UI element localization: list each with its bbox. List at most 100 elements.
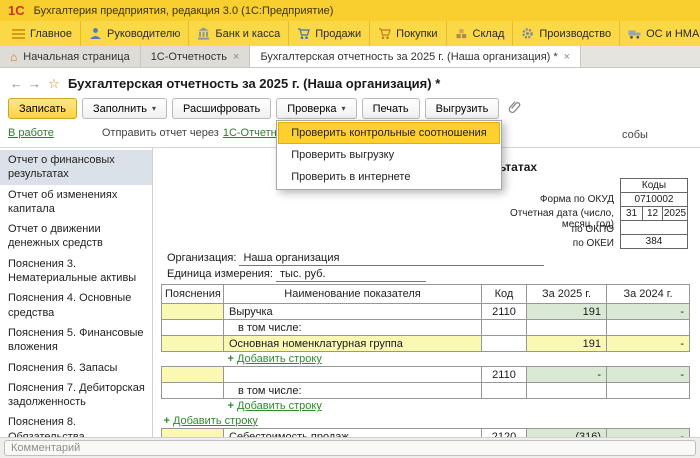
close-icon[interactable]: × xyxy=(233,51,239,63)
table-row-including: в том числе: xyxy=(162,320,690,336)
value-2024-cell[interactable]: - xyxy=(607,367,690,383)
plus-icon: + xyxy=(228,400,234,412)
production-gear-icon xyxy=(521,27,534,40)
okud-label: Форма по ОКУД xyxy=(494,194,614,205)
value-2025-cell[interactable]: - xyxy=(527,367,607,383)
value-2025-cell[interactable]: 191 xyxy=(527,336,607,352)
fill-button[interactable]: Заполнить ▾ xyxy=(82,98,167,119)
print-button[interactable]: Печать xyxy=(362,98,420,119)
table-row-empty-2110: 2110 - - xyxy=(162,367,690,383)
col-header-2024: За 2024 г. xyxy=(607,285,690,304)
attachments-button[interactable] xyxy=(504,98,526,119)
add-row-label: Добавить строку xyxy=(237,400,322,412)
sidebar-item-income-statement[interactable]: Отчет о финансовых результатах xyxy=(0,150,152,185)
tab-1c-reporting[interactable]: 1С-Отчетность × xyxy=(141,46,251,67)
value-2024-cell[interactable]: - xyxy=(607,429,690,438)
menu-item-check-online[interactable]: Проверить в интернете xyxy=(278,166,500,188)
check-button-label: Проверка xyxy=(287,103,336,115)
warehouse-box-icon xyxy=(455,27,468,40)
sales-cart-icon xyxy=(297,27,310,40)
col-header-explanations: Пояснения xyxy=(162,285,224,304)
fill-button-label: Заполнить xyxy=(93,103,147,115)
plus-icon: + xyxy=(164,415,170,427)
tab-bar: ⌂ Начальная страница 1С-Отчетность × Бух… xyxy=(0,46,700,68)
menu-item-warehouse[interactable]: Склад xyxy=(447,21,514,46)
explanation-cell[interactable] xyxy=(162,429,224,438)
comment-input[interactable]: Комментарий xyxy=(4,440,696,456)
home-icon: ⌂ xyxy=(10,50,17,64)
favorite-star-icon[interactable]: ☆ xyxy=(48,76,60,92)
value-2024-cell[interactable]: - xyxy=(607,304,690,320)
explanation-cell xyxy=(162,320,224,336)
menu-item-sales[interactable]: Продажи xyxy=(289,21,370,46)
sidebar-item-cash-flow[interactable]: Отчет о движении денежных средств xyxy=(0,219,152,254)
tab-label: Бухгалтерская отчетность за 2025 г. (Наш… xyxy=(260,51,557,63)
forward-button[interactable]: → xyxy=(28,76,41,91)
menu-item-manager[interactable]: Руководителю xyxy=(81,21,189,46)
sidebar-item-note3[interactable]: Пояснения 3. Нематериальные активы xyxy=(0,254,152,289)
explanation-cell[interactable] xyxy=(162,367,224,383)
menu-item-main[interactable]: Главное xyxy=(4,21,81,46)
explain-button[interactable]: Расшифровать xyxy=(172,98,271,119)
sections-icon xyxy=(12,27,25,40)
value-2025-cell[interactable]: (316) xyxy=(527,429,607,438)
add-row-link[interactable]: + Добавить строку xyxy=(228,353,322,365)
indicator-name-cell[interactable] xyxy=(224,367,482,383)
codes-values: Коды 0710002 31 12 2025 384 xyxy=(620,178,688,249)
codes-header-cell: Коды xyxy=(620,178,688,193)
page-area: ← → ☆ Бухгалтерская отчетность за 2025 г… xyxy=(0,68,700,458)
value-2025-cell[interactable]: 191 xyxy=(527,304,607,320)
menu-item-label: ОС и НМА xyxy=(646,28,699,40)
chevron-down-icon: ▾ xyxy=(152,104,156,113)
sidebar-item-note5[interactable]: Пояснения 5. Финансовые вложения xyxy=(0,323,152,358)
save-button[interactable]: Записать xyxy=(8,98,77,119)
indicators-table: Пояснения Наименование показателя Код За… xyxy=(161,284,690,437)
okei-value-cell: 384 xyxy=(620,234,688,249)
table-row-nomenclature-group: Основная номенклатурная группа 191 - xyxy=(162,336,690,352)
indicator-name-cell[interactable]: Основная номенклатурная группа xyxy=(224,336,482,352)
value-2024-cell[interactable]: - xyxy=(607,336,690,352)
print-button-label: Печать xyxy=(373,103,409,115)
menu-item-bank-cash[interactable]: Банк и касса xyxy=(189,21,289,46)
sidebar-item-note8[interactable]: Пояснения 8. Обязательства xyxy=(0,412,152,437)
back-button[interactable]: ← xyxy=(10,76,23,91)
close-icon[interactable]: × xyxy=(564,51,570,63)
menu-item-label: Покупки xyxy=(396,28,437,40)
sidebar-item-note7[interactable]: Пояснения 7. Дебиторская задолженность xyxy=(0,378,152,413)
menu-item-label: Руководителю xyxy=(107,28,180,40)
tab-label: 1С-Отчетность xyxy=(151,51,227,63)
export-button-label: Выгрузить xyxy=(436,103,489,115)
add-row-link[interactable]: + Добавить строку xyxy=(228,400,322,412)
chevron-down-icon: ▾ xyxy=(342,104,346,113)
value-2025-cell xyxy=(527,383,607,399)
menu-item-production[interactable]: Производство xyxy=(513,21,620,46)
window-titlebar: 1С Бухгалтерия предприятия, редакция 3.0… xyxy=(0,0,700,21)
tab-accounting-report[interactable]: Бухгалтерская отчетность за 2025 г. (Наш… xyxy=(250,46,581,67)
sidebar-item-note4[interactable]: Пояснения 4. Основные средства xyxy=(0,288,152,323)
explanation-cell[interactable] xyxy=(162,304,224,320)
sidebar-item-capital-changes[interactable]: Отчет об изменениях капитала xyxy=(0,185,152,220)
explanation-cell[interactable] xyxy=(162,336,224,352)
report-date-cell: 31 12 2025 xyxy=(620,206,688,221)
comment-bar: Комментарий xyxy=(0,437,700,458)
code-cell: 2110 xyxy=(482,367,527,383)
send-report-text: Отправить отчет через xyxy=(102,127,219,139)
add-row: + Добавить строку xyxy=(162,399,690,414)
indicator-name-cell: Выручка xyxy=(224,304,482,320)
menu-item-label: Производство xyxy=(539,28,611,40)
export-button[interactable]: Выгрузить xyxy=(425,98,500,119)
menu-item-fixed-assets[interactable]: ОС и НМА xyxy=(620,21,700,46)
okpo-value-cell xyxy=(620,220,688,235)
main-menu-bar: Главное Руководителю Банк и касса Продаж… xyxy=(0,21,700,46)
status-in-work-link[interactable]: В работе xyxy=(8,127,54,139)
sidebar-item-note6[interactable]: Пояснения 6. Запасы xyxy=(0,358,152,378)
col-header-2025: За 2025 г. xyxy=(527,285,607,304)
table-row-cost-of-sales: Себестоимость продаж 2120 (316) - xyxy=(162,429,690,438)
menu-item-label: Склад xyxy=(473,28,505,40)
tab-home[interactable]: ⌂ Начальная страница xyxy=(0,46,141,67)
check-button[interactable]: Проверка ▾ xyxy=(276,98,356,119)
add-row-link[interactable]: + Добавить строку xyxy=(164,415,258,427)
menu-item-check-control-ratios[interactable]: Проверить контрольные соотношения xyxy=(278,122,500,144)
menu-item-check-upload[interactable]: Проверить выгрузку xyxy=(278,144,500,166)
menu-item-purchases[interactable]: Покупки xyxy=(370,21,446,46)
